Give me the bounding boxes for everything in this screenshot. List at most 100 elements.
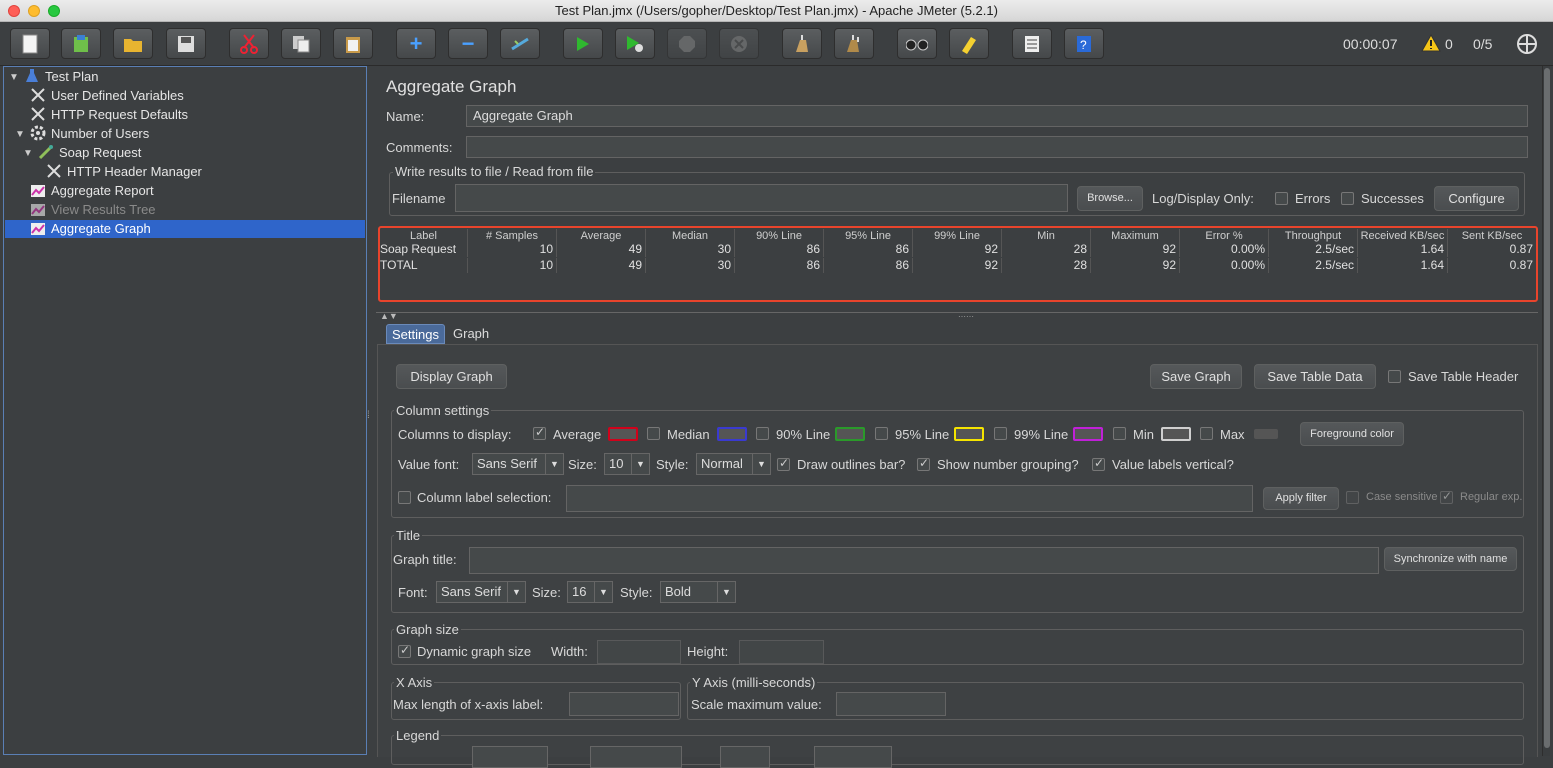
browse-button[interactable]: Browse...	[1077, 186, 1143, 211]
column-header[interactable]: Error %	[1180, 229, 1269, 243]
copy-button[interactable]	[281, 28, 321, 59]
tree-item-aggregate-report[interactable]: Aggregate Report	[30, 182, 154, 200]
table-cell[interactable]: 10	[468, 242, 557, 257]
table-cell[interactable]: 49	[557, 242, 646, 257]
scale-max-field[interactable]	[836, 692, 946, 716]
title-size-select[interactable]: 16 ▼	[567, 581, 613, 603]
value-style-select[interactable]: Normal ▼	[696, 453, 771, 475]
table-cell[interactable]: 30	[646, 242, 735, 257]
table-cell[interactable]: 86	[824, 258, 913, 273]
save-table-data-button[interactable]: Save Table Data	[1254, 364, 1376, 389]
tree-item-http-request-defaults[interactable]: HTTP Request Defaults	[30, 106, 188, 124]
configure-button[interactable]: Configure	[1434, 186, 1519, 211]
toggle-button[interactable]	[500, 28, 540, 59]
table-cell[interactable]: 92	[913, 242, 1002, 257]
min-color-swatch[interactable]	[1161, 427, 1191, 441]
legend-size-select[interactable]	[720, 746, 770, 768]
errors-checkbox[interactable]	[1275, 192, 1288, 205]
legend-font-select[interactable]	[590, 746, 682, 768]
line95-color-swatch[interactable]	[954, 427, 984, 441]
show-grouping-checkbox[interactable]	[917, 456, 930, 471]
line95-checkbox[interactable]	[875, 427, 888, 440]
vertical-scrollbar[interactable]	[1542, 66, 1550, 756]
table-cell[interactable]: Soap Request	[380, 242, 468, 257]
draw-outlines-checkbox[interactable]	[777, 456, 790, 471]
table-cell[interactable]: 2.5/sec	[1269, 258, 1358, 273]
value-size-select[interactable]: 10 ▼	[604, 453, 650, 475]
save-button[interactable]	[166, 28, 206, 59]
column-header[interactable]: Sent KB/sec	[1448, 229, 1536, 243]
tree-item-user-defined-variables[interactable]: User Defined Variables	[30, 87, 184, 105]
table-cell[interactable]: 0.87	[1448, 258, 1536, 273]
zoom-window-button[interactable]	[48, 5, 60, 17]
tree-item-aggregate-graph[interactable]: Aggregate Graph	[5, 220, 365, 238]
expand-toggle-icon[interactable]: ▼	[23, 148, 33, 159]
minimize-window-button[interactable]	[28, 5, 40, 17]
stop-button[interactable]	[667, 28, 707, 59]
max-checkbox[interactable]	[1200, 427, 1213, 440]
results-table[interactable]: Label # Samples Average Median 90% Line …	[378, 226, 1538, 302]
scrollbar-thumb[interactable]	[1544, 68, 1550, 748]
remote-globe-icon[interactable]	[1516, 33, 1538, 55]
max-length-field[interactable]	[569, 692, 679, 716]
table-cell[interactable]: 86	[824, 242, 913, 257]
table-cell[interactable]: 92	[913, 258, 1002, 273]
resize-grip-icon[interactable]: ⁞	[367, 410, 370, 421]
successes-checkbox[interactable]	[1341, 192, 1354, 205]
open-button[interactable]	[113, 28, 153, 59]
table-cell[interactable]: 28	[1002, 258, 1091, 273]
table-cell[interactable]: 86	[735, 242, 824, 257]
comments-field[interactable]	[466, 136, 1528, 158]
column-header[interactable]: Min	[1002, 229, 1091, 243]
warning-icon[interactable]	[1421, 34, 1441, 52]
table-cell[interactable]: TOTAL	[380, 258, 468, 273]
foreground-color-button[interactable]: Foreground color	[1300, 422, 1404, 446]
value-font-select[interactable]: Sans Serif ▼	[472, 453, 564, 475]
close-window-button[interactable]	[8, 5, 20, 17]
save-table-header-checkbox[interactable]	[1388, 370, 1401, 383]
column-header[interactable]: Throughput	[1269, 229, 1358, 243]
table-cell[interactable]: 10	[468, 258, 557, 273]
tab-settings[interactable]: Settings	[386, 324, 445, 344]
tab-graph[interactable]: Graph	[448, 324, 494, 344]
column-header[interactable]: Received KB/sec	[1358, 229, 1448, 243]
synchronize-with-name-button[interactable]: Synchronize with name	[1384, 547, 1517, 571]
table-cell[interactable]: 92	[1091, 242, 1180, 257]
splitter[interactable]	[376, 312, 1538, 313]
templates-button[interactable]	[61, 28, 101, 59]
tree-item-http-header-manager[interactable]: HTTP Header Manager	[46, 163, 202, 181]
tree-item-soap-request[interactable]: Soap Request	[38, 144, 141, 162]
help-button[interactable]: ?	[1064, 28, 1104, 59]
case-sensitive-checkbox[interactable]	[1346, 491, 1359, 504]
average-color-swatch[interactable]	[608, 427, 638, 441]
graph-title-field[interactable]	[469, 547, 1379, 574]
median-checkbox[interactable]	[647, 427, 660, 440]
cut-button[interactable]	[229, 28, 269, 59]
table-cell[interactable]: 92	[1091, 258, 1180, 273]
min-checkbox[interactable]	[1113, 427, 1126, 440]
function-helper-button[interactable]	[1012, 28, 1052, 59]
collapse-all-button[interactable]: −	[448, 28, 488, 59]
column-label-selection-checkbox[interactable]	[398, 491, 411, 504]
filename-field[interactable]	[455, 184, 1068, 212]
column-header[interactable]: 95% Line	[824, 229, 913, 243]
table-cell[interactable]: 2.5/sec	[1269, 242, 1358, 257]
column-header[interactable]: Median	[646, 229, 735, 243]
line99-checkbox[interactable]	[994, 427, 1007, 440]
column-header[interactable]: Average	[557, 229, 646, 243]
table-cell[interactable]: 30	[646, 258, 735, 273]
apply-filter-button[interactable]: Apply filter	[1263, 487, 1339, 510]
column-header[interactable]: 99% Line	[913, 229, 1002, 243]
line90-color-swatch[interactable]	[835, 427, 865, 441]
clear-all-button[interactable]	[834, 28, 874, 59]
value-labels-vertical-checkbox[interactable]	[1092, 456, 1105, 471]
column-header[interactable]: 90% Line	[735, 229, 824, 243]
column-header[interactable]: Maximum	[1091, 229, 1180, 243]
table-cell[interactable]: 0.87	[1448, 242, 1536, 257]
search-button[interactable]	[897, 28, 937, 59]
paste-button[interactable]	[333, 28, 373, 59]
width-field[interactable]	[597, 640, 681, 664]
split-pane-divider[interactable]	[370, 66, 374, 755]
title-style-select[interactable]: Bold ▼	[660, 581, 736, 603]
expand-all-button[interactable]: +	[396, 28, 436, 59]
